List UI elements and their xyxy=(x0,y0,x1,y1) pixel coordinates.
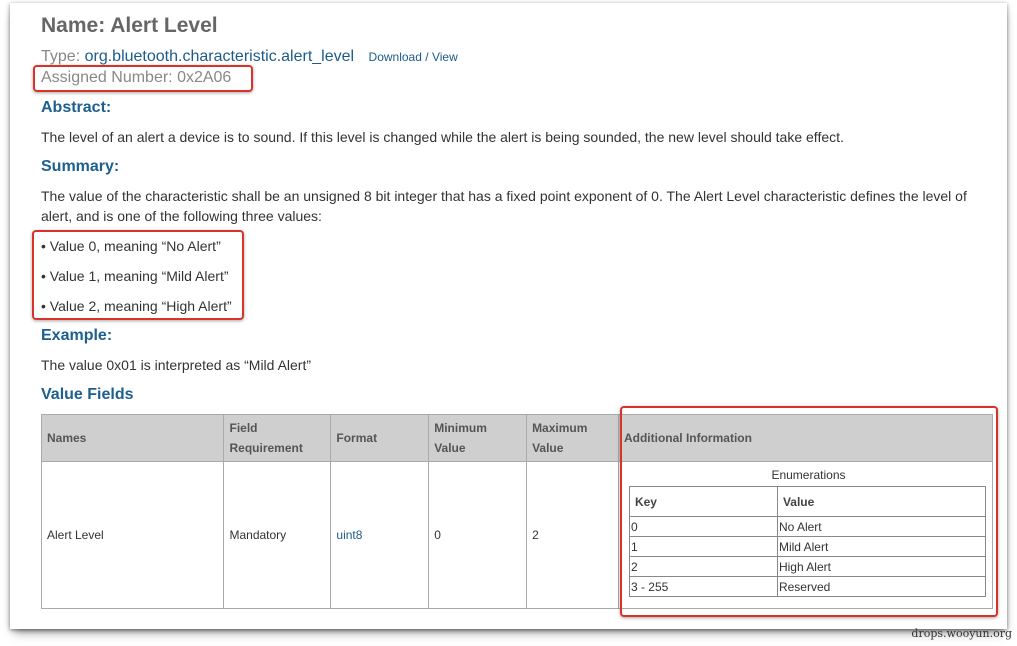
abstract-heading: Abstract: xyxy=(41,99,112,116)
col-field-requirement: Field Requirement xyxy=(223,414,332,462)
values-list-highlight xyxy=(32,230,244,320)
cell-format-link[interactable]: uint8 xyxy=(330,461,430,609)
example-text: The value 0x01 is interpreted as “Mild A… xyxy=(41,357,312,373)
type-row: Type: org.bluetooth.characteristic.alert… xyxy=(41,48,458,66)
value-fields-heading: Value Fields xyxy=(41,386,134,403)
col-min-line1: Minimum xyxy=(434,421,487,435)
col-names: Names xyxy=(40,414,225,462)
spec-page-card: Name: Alert Level Type: org.bluetooth.ch… xyxy=(10,3,1007,629)
abstract-text: The level of an alert a device is to sou… xyxy=(41,129,844,145)
type-link[interactable]: org.bluetooth.characteristic.alert_level xyxy=(85,48,354,65)
view-link[interactable]: View xyxy=(432,50,458,64)
summary-text: The value of the characteristic shall be… xyxy=(41,188,967,224)
cell-name: Alert Level xyxy=(40,461,225,609)
col-minimum-value: Minimum Value xyxy=(428,414,528,462)
assigned-number-highlight xyxy=(33,65,253,92)
cell-requirement: Mandatory xyxy=(223,461,332,609)
cell-maximum: 2 xyxy=(526,461,619,609)
page-title: Name: Alert Level xyxy=(41,14,218,37)
col-max-line1: Maximum xyxy=(532,421,588,435)
col-field-req-line2: Requirement xyxy=(229,441,303,455)
cell-minimum: 0 xyxy=(428,461,528,609)
col-maximum-value: Maximum Value xyxy=(526,414,619,462)
example-heading: Example: xyxy=(41,327,113,344)
summary-heading: Summary: xyxy=(41,158,120,175)
watermark-text: drops.wooyun.org xyxy=(911,627,1012,640)
link-separator: / xyxy=(425,50,429,64)
additional-info-highlight xyxy=(620,406,998,617)
col-min-line2: Value xyxy=(434,441,466,455)
col-max-line2: Value xyxy=(532,441,564,455)
col-field-req-line1: Field xyxy=(229,421,258,435)
col-format: Format xyxy=(330,414,430,462)
download-link[interactable]: Download xyxy=(369,50,422,64)
type-label: Type: xyxy=(41,48,81,65)
